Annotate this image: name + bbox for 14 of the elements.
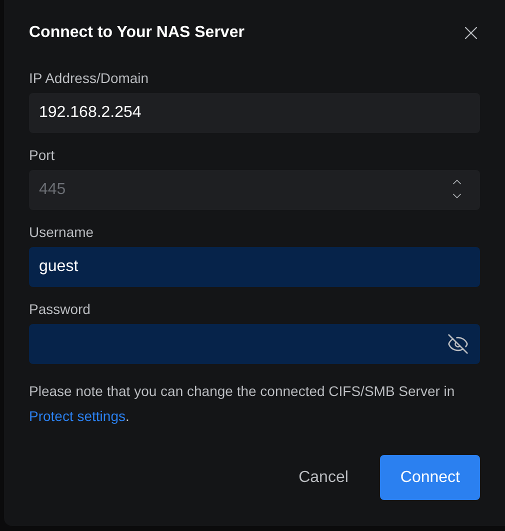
input-field[interactable]: guest [29, 247, 480, 287]
hide-password-icon[interactable] [447, 333, 469, 355]
protect-settings-link[interactable]: Protect settings [29, 408, 126, 424]
field-label: Port [29, 147, 56, 163]
note-text: Please note that you can change the connected CIFS/SMB Server in Protect settings. [29, 382, 456, 426]
input-field[interactable] [29, 324, 480, 364]
cancel-button[interactable]: Cancel [278, 455, 368, 500]
field-label: IP Address/Domain [29, 70, 150, 86]
field-label: Password [29, 301, 92, 317]
input-field[interactable]: 192.168.2.254 [29, 93, 480, 133]
field-label: Username [29, 224, 95, 240]
connect-button[interactable]: Connect [380, 455, 480, 500]
dialog-title: Connect to Your NAS Server [29, 23, 244, 43]
input-field[interactable]: 445 [29, 170, 480, 210]
